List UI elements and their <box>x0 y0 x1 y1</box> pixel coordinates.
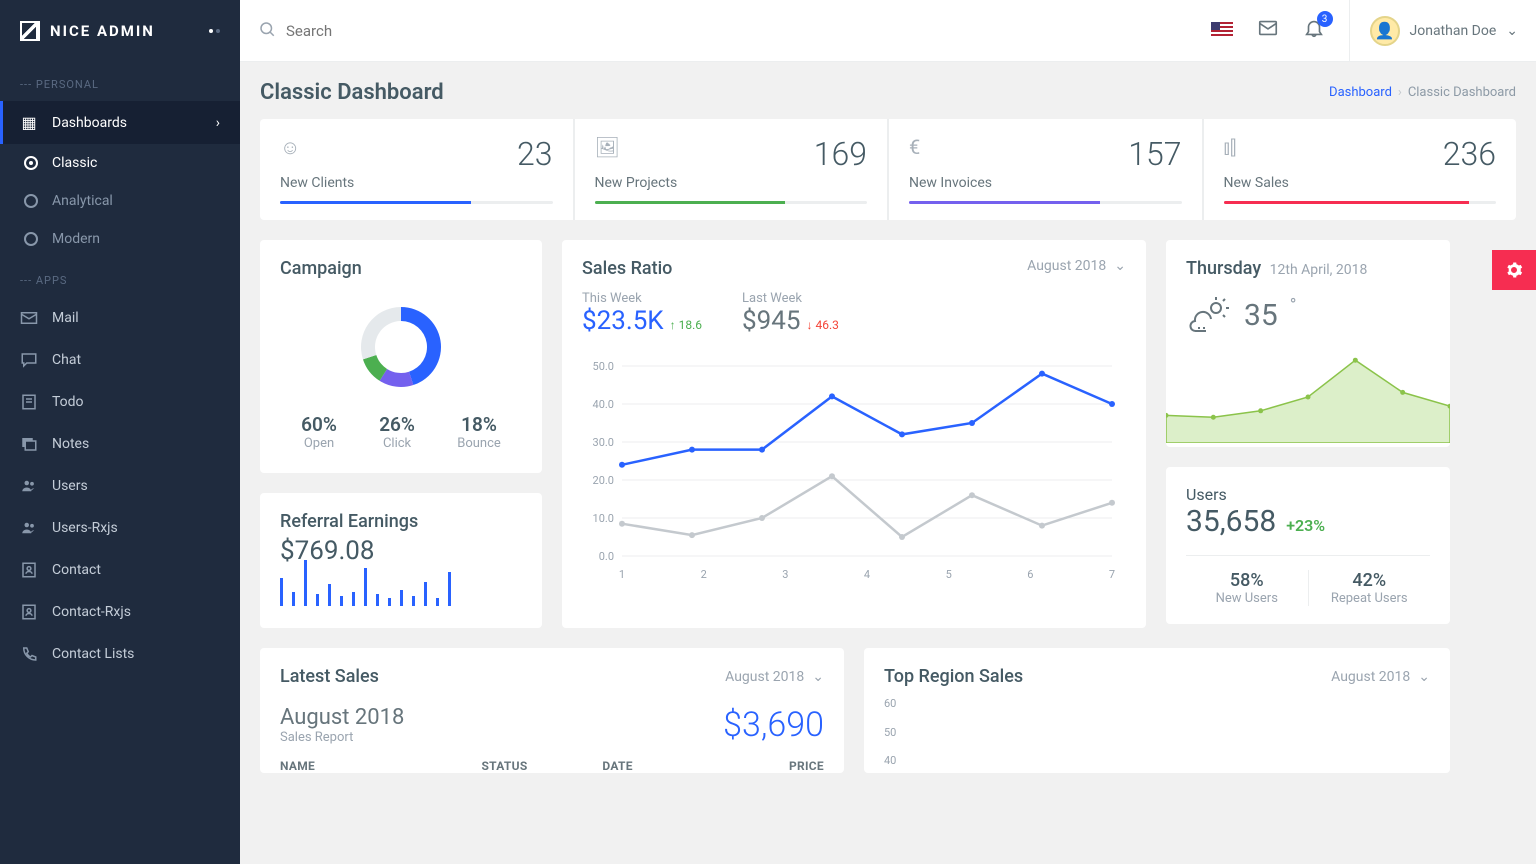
nav-app-chat[interactable]: Chat <box>0 339 240 381</box>
logo-icon <box>20 21 40 41</box>
section-header-apps: APPS <box>0 258 240 297</box>
svg-text:6: 6 <box>1027 568 1033 581</box>
gear-icon <box>1505 261 1523 279</box>
svg-text:0.0: 0.0 <box>599 550 614 563</box>
nav-sub-analytical[interactable]: Analytical <box>0 182 240 220</box>
search-input[interactable] <box>286 22 1199 40</box>
user-menu[interactable]: 👤 Jonathan Doe ⌄ <box>1349 0 1519 62</box>
sidebar: NICE ADMIN PERSONAL ▦Dashboards › Classi… <box>0 0 240 864</box>
users-icon <box>20 519 38 537</box>
nav-sub-modern[interactable]: Modern <box>0 220 240 258</box>
chart-icon: ⫾⫿ <box>1224 135 1237 159</box>
svg-text:50.0: 50.0 <box>593 360 614 373</box>
weather-icon <box>1186 295 1232 335</box>
weather-card: Thursday 12th April, 2018 35° <box>1166 240 1450 447</box>
smile-icon: ☺ <box>280 135 300 160</box>
referral-card: Referral Earnings $769.08 <box>260 493 542 628</box>
nav-app-users[interactable]: Users <box>0 465 240 507</box>
nav-app-users-rxjs[interactable]: Users-Rxjs <box>0 507 240 549</box>
date-selector[interactable]: August 2018⌄ <box>1027 258 1126 274</box>
todo-icon <box>20 393 38 411</box>
euro-icon: € <box>909 135 920 159</box>
nav-sub-classic[interactable]: Classic <box>0 144 240 182</box>
search-icon <box>258 20 276 42</box>
date-selector[interactable]: August 2018⌄ <box>1331 669 1430 685</box>
chevron-down-icon: ⌄ <box>1506 23 1518 39</box>
breadcrumb: Dashboard›Classic Dashboard <box>1329 85 1516 100</box>
chevron-down-icon: ⌄ <box>1418 669 1430 685</box>
phone-icon <box>20 645 38 663</box>
users-icon <box>20 477 38 495</box>
contact-icon <box>20 603 38 621</box>
svg-text:2: 2 <box>701 568 707 581</box>
topbar: 3 👤 Jonathan Doe ⌄ <box>240 0 1536 62</box>
flag-us-icon[interactable] <box>1211 19 1233 43</box>
nav-app-contact-rxjs[interactable]: Contact-Rxjs <box>0 591 240 633</box>
avatar: 👤 <box>1370 16 1400 46</box>
mail-icon[interactable] <box>1257 17 1279 44</box>
kpi-new-projects: 🖼169New Projects <box>575 119 888 220</box>
svg-text:7: 7 <box>1109 568 1115 581</box>
kpi-new-invoices: €157New Invoices <box>889 119 1202 220</box>
svg-text:30.0: 30.0 <box>593 436 614 449</box>
kpi-row: ☺23New Clients🖼169New Projects€157New In… <box>260 119 1516 220</box>
svg-text:10.0: 10.0 <box>593 512 614 525</box>
svg-text:5: 5 <box>946 568 952 581</box>
svg-text:40.0: 40.0 <box>593 398 614 411</box>
nav-app-contact[interactable]: Contact <box>0 549 240 591</box>
users-card: Users 35,658+23% 58%New Users 42%Repeat … <box>1166 467 1450 624</box>
page-title: Classic Dashboard <box>260 80 444 105</box>
image-icon: 🖼 <box>595 135 620 159</box>
chevron-down-icon: ⌄ <box>1114 258 1126 274</box>
chevron-right-icon: › <box>216 115 220 131</box>
breadcrumb-link[interactable]: Dashboard <box>1329 85 1392 100</box>
chat-icon <box>20 351 38 369</box>
dashboard-icon: ▦ <box>20 113 38 132</box>
mail-icon <box>20 309 38 327</box>
section-header-personal: PERSONAL <box>0 62 240 101</box>
svg-text:3: 3 <box>782 568 788 581</box>
latest-sales-card: Latest Sales August 2018⌄ August 2018Sal… <box>260 648 844 773</box>
nav-app-mail[interactable]: Mail <box>0 297 240 339</box>
notes-icon <box>20 435 38 453</box>
sales-ratio-card: Sales Ratio August 2018⌄ This Week $23.5… <box>562 240 1146 628</box>
region-sales-card: Top Region Sales August 2018⌄ 605040 <box>864 648 1450 773</box>
svg-text:4: 4 <box>864 568 870 581</box>
weather-area-chart <box>1166 351 1450 443</box>
bell-icon[interactable]: 3 <box>1303 17 1325 44</box>
kpi-new-clients: ☺23New Clients <box>260 119 573 220</box>
chevron-down-icon: ⌄ <box>812 669 824 685</box>
nav-dashboards[interactable]: ▦Dashboards › <box>0 101 240 144</box>
svg-text:20.0: 20.0 <box>593 474 614 487</box>
sidebar-toggle[interactable] <box>209 29 220 33</box>
campaign-card: Campaign 60%Open26%Click18%Bounce <box>260 240 542 473</box>
kpi-new-sales: ⫾⫿236New Sales <box>1204 119 1517 220</box>
contact-icon <box>20 561 38 579</box>
settings-fab[interactable] <box>1492 250 1536 290</box>
campaign-donut <box>353 299 449 395</box>
nav-app-todo[interactable]: Todo <box>0 381 240 423</box>
nav-app-notes[interactable]: Notes <box>0 423 240 465</box>
date-selector[interactable]: August 2018⌄ <box>725 669 824 685</box>
brand-logo[interactable]: NICE ADMIN <box>0 0 240 62</box>
svg-text:1: 1 <box>619 568 625 581</box>
nav-app-contact lists[interactable]: Contact Lists <box>0 633 240 675</box>
sales-line-chart: 0.0 10.0 20.0 30.0 40.0 50.0 1 2 3 4 5 6 7 <box>582 356 1122 586</box>
